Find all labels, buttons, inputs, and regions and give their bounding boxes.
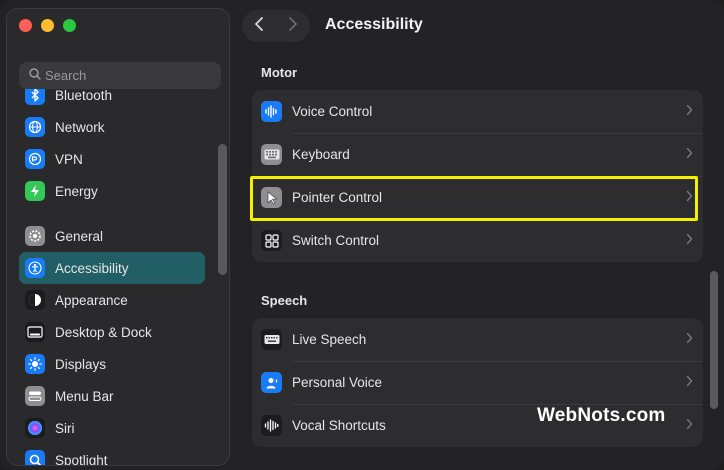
sidebar-item-appearance[interactable]: Appearance: [19, 284, 205, 316]
zoom-button[interactable]: [63, 19, 76, 32]
sidebar-item-label: Accessibility: [55, 260, 129, 276]
sidebar-item-desktop-dock[interactable]: Desktop & Dock: [19, 316, 205, 348]
sun-icon: [25, 354, 45, 374]
sidebar-scrollbar[interactable]: [218, 144, 227, 275]
row-pointer-control[interactable]: Pointer Control: [252, 176, 703, 219]
personal-voice-icon: [261, 372, 282, 393]
minimize-button[interactable]: [41, 19, 54, 32]
main-pane: Accessibility Motor Voice Control Keyboa…: [240, 0, 724, 470]
chevron-right-icon: [686, 190, 693, 205]
chevron-right-icon: [686, 147, 693, 162]
sidebar-item-label: Desktop & Dock: [55, 324, 152, 340]
chevron-right-icon: [686, 375, 693, 390]
switch-control-icon: [261, 230, 282, 251]
row-label: Personal Voice: [292, 375, 383, 390]
sidebar-item-siri[interactable]: Siri: [19, 412, 205, 444]
search-field[interactable]: [19, 62, 221, 89]
sidebar-item-label: Menu Bar: [55, 388, 114, 404]
sidebar-list: Bluetooth Network VPN Energy General Acc…: [19, 79, 205, 466]
sidebar-item-label: VPN: [55, 151, 83, 167]
forward-button[interactable]: [276, 10, 310, 42]
sidebar-item-general[interactable]: General: [19, 220, 205, 252]
sidebar-item-label: Spotlight: [55, 452, 108, 466]
back-button[interactable]: [242, 10, 276, 42]
spotlight-icon: [25, 450, 45, 465]
speech-group: Live Speech Personal Voice Vocal Shortcu…: [252, 318, 703, 447]
vocal-shortcuts-icon: [261, 415, 282, 436]
sidebar-item-accessibility[interactable]: Accessibility: [19, 252, 205, 284]
chevron-right-icon: [288, 16, 298, 37]
sidebar-item-vpn[interactable]: VPN: [19, 143, 205, 175]
dock-icon: [25, 322, 45, 342]
menu-bar-icon: [25, 386, 45, 406]
settings-window: Bluetooth Network VPN Energy: [0, 0, 724, 470]
sidebar-item-menu-bar[interactable]: Menu Bar: [19, 380, 205, 412]
section-title-motor: Motor: [261, 65, 298, 80]
row-label: Live Speech: [292, 332, 367, 347]
sidebar-item-label: Appearance: [55, 292, 128, 308]
page-title: Accessibility: [325, 16, 423, 33]
chevron-right-icon: [686, 418, 693, 433]
main-scrollbar[interactable]: [710, 271, 718, 409]
sidebar: Bluetooth Network VPN Energy: [6, 8, 230, 466]
row-label: Voice Control: [292, 104, 373, 119]
toolbar: Accessibility: [240, 8, 724, 46]
accessibility-icon: [25, 258, 45, 278]
sidebar-item-label: Bluetooth: [55, 87, 113, 103]
chevron-right-icon: [686, 104, 693, 119]
gear-icon: [25, 226, 45, 246]
row-label: Vocal Shortcuts: [292, 418, 386, 433]
sidebar-item-energy[interactable]: Energy: [19, 175, 205, 207]
sidebar-item-network[interactable]: Network: [19, 111, 205, 143]
pointer-icon: [261, 187, 282, 208]
siri-icon: [25, 418, 45, 438]
row-label: Keyboard: [292, 147, 350, 162]
window-controls: [19, 19, 76, 32]
sidebar-item-label: Displays: [55, 356, 107, 372]
vpn-icon: [25, 149, 45, 169]
chevron-right-icon: [686, 332, 693, 347]
sidebar-item-label: General: [55, 228, 104, 244]
bolt-icon: [25, 181, 45, 201]
sidebar-item-label: Network: [55, 119, 105, 135]
live-speech-icon: [261, 329, 282, 350]
sidebar-item-label: Siri: [55, 420, 75, 436]
navigation-buttons: [242, 10, 310, 42]
sidebar-item-label: Energy: [55, 183, 98, 199]
search-icon: [29, 68, 41, 83]
close-button[interactable]: [19, 19, 32, 32]
voice-control-icon: [261, 101, 282, 122]
sidebar-item-displays[interactable]: Displays: [19, 348, 205, 380]
motor-group: Voice Control Keyboard Pointer Control S…: [252, 90, 703, 262]
watermark: WebNots.com: [537, 405, 666, 426]
chevron-right-icon: [686, 233, 693, 248]
appearance-icon: [25, 290, 45, 310]
globe-icon: [25, 117, 45, 137]
row-label: Pointer Control: [292, 190, 383, 205]
row-personal-voice[interactable]: Personal Voice: [252, 361, 703, 404]
row-voice-control[interactable]: Voice Control: [252, 90, 703, 133]
row-keyboard[interactable]: Keyboard: [252, 133, 703, 176]
section-title-speech: Speech: [261, 293, 308, 308]
row-live-speech[interactable]: Live Speech: [252, 318, 703, 361]
keyboard-icon: [261, 144, 282, 165]
row-label: Switch Control: [292, 233, 380, 248]
sidebar-item-spotlight[interactable]: Spotlight: [19, 444, 205, 466]
search-input[interactable]: [41, 68, 205, 83]
chevron-left-icon: [254, 16, 264, 37]
row-switch-control[interactable]: Switch Control: [252, 219, 703, 262]
